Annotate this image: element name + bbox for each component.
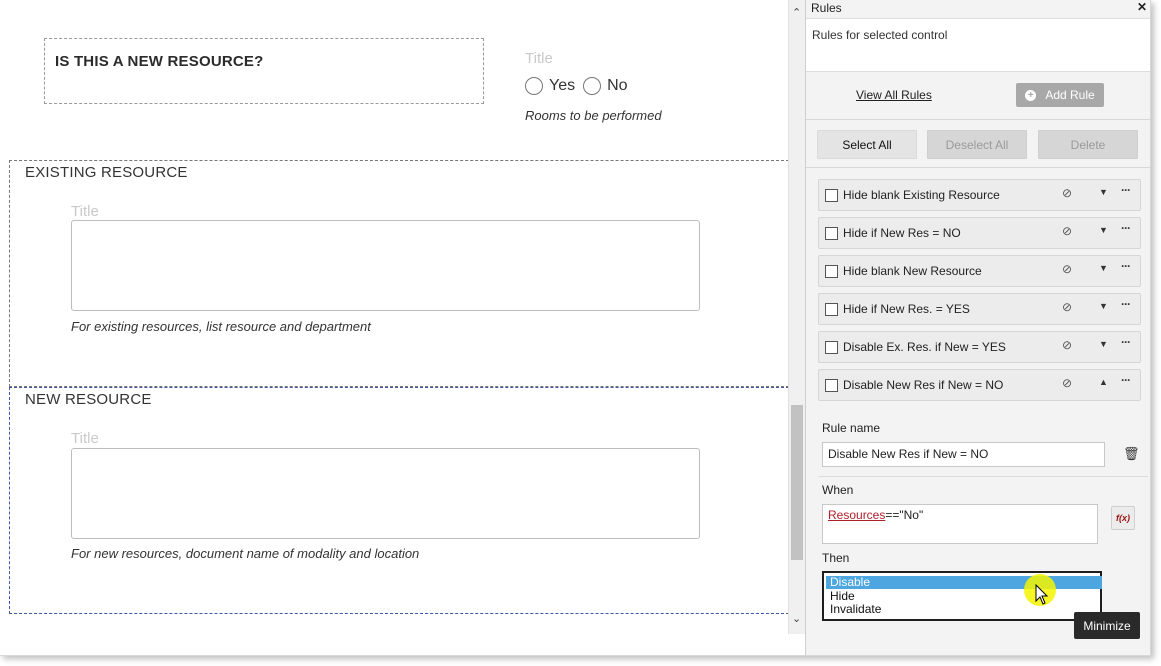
radio-title-placeholder: Title bbox=[525, 50, 553, 67]
existing-resource-hint: For existing resources, list resource an… bbox=[71, 319, 371, 334]
form-canvas: IS THIS A NEW RESOURCE? Title Yes No Roo… bbox=[0, 0, 805, 655]
expression-reference[interactable]: Resources bbox=[828, 508, 885, 522]
question-title: IS THIS A NEW RESOURCE? bbox=[55, 53, 264, 70]
minimize-button[interactable]: Minimize bbox=[1074, 612, 1140, 639]
section-title: EXISTING RESOURCE bbox=[25, 164, 188, 181]
section-existing-resource[interactable]: EXISTING RESOURCE Title For existing res… bbox=[9, 160, 789, 387]
radio-no-label: No bbox=[607, 77, 628, 94]
option-invalidate[interactable]: Invalidate bbox=[826, 603, 1102, 616]
existing-resource-textarea[interactable] bbox=[71, 220, 700, 311]
function-icon[interactable]: f(x) bbox=[1111, 506, 1135, 530]
scroll-thumb[interactable] bbox=[791, 405, 803, 560]
then-label: Then bbox=[822, 551, 850, 565]
radio-no[interactable] bbox=[583, 77, 602, 95]
designer-window: IS THIS A NEW RESOURCE? Title Yes No Roo… bbox=[0, 0, 1151, 656]
question-label-control[interactable]: IS THIS A NEW RESOURCE? bbox=[44, 38, 484, 104]
when-label: When bbox=[822, 483, 854, 497]
new-resource-hint: For new resources, document name of moda… bbox=[71, 546, 420, 561]
trash-icon[interactable]: 🗑 bbox=[1123, 446, 1140, 462]
mouse-pointer-icon bbox=[1035, 584, 1049, 605]
scroll-up-icon[interactable]: ⌃ bbox=[792, 6, 801, 19]
scroll-down-icon[interactable]: ⌄ bbox=[792, 612, 801, 625]
field-title-placeholder: Title bbox=[71, 203, 99, 220]
rule-name-input[interactable]: Disable New Res if New = NO bbox=[822, 442, 1105, 467]
expression-operator: =="No" bbox=[885, 508, 924, 522]
rule-name-label: Rule name bbox=[822, 421, 881, 435]
rules-panel: Rules ✕ Rules for selected control View … bbox=[805, 0, 1150, 655]
radio-hint: Rooms to be performed bbox=[525, 108, 662, 123]
then-action-listbox[interactable]: Disable Hide Invalidate bbox=[822, 571, 1102, 621]
divider bbox=[818, 476, 1148, 477]
new-resource-textarea[interactable] bbox=[71, 448, 700, 539]
new-resource-radio-group[interactable]: Yes No bbox=[525, 77, 636, 95]
rule-detail-content: Rule name Disable New Res if New = NO 🗑 … bbox=[818, 0, 1148, 655]
radio-yes-label: Yes bbox=[549, 77, 576, 94]
radio-yes[interactable] bbox=[525, 77, 543, 95]
option-disable[interactable]: Disable bbox=[826, 576, 1102, 589]
when-expression-field[interactable]: Resources=="No" bbox=[822, 504, 1098, 544]
section-title: NEW RESOURCE bbox=[25, 391, 152, 408]
section-new-resource[interactable]: NEW RESOURCE Title For new resources, do… bbox=[9, 387, 789, 614]
form-scrollbar[interactable]: ⌃ ⌄ bbox=[788, 0, 805, 634]
field-title-placeholder: Title bbox=[71, 430, 99, 447]
